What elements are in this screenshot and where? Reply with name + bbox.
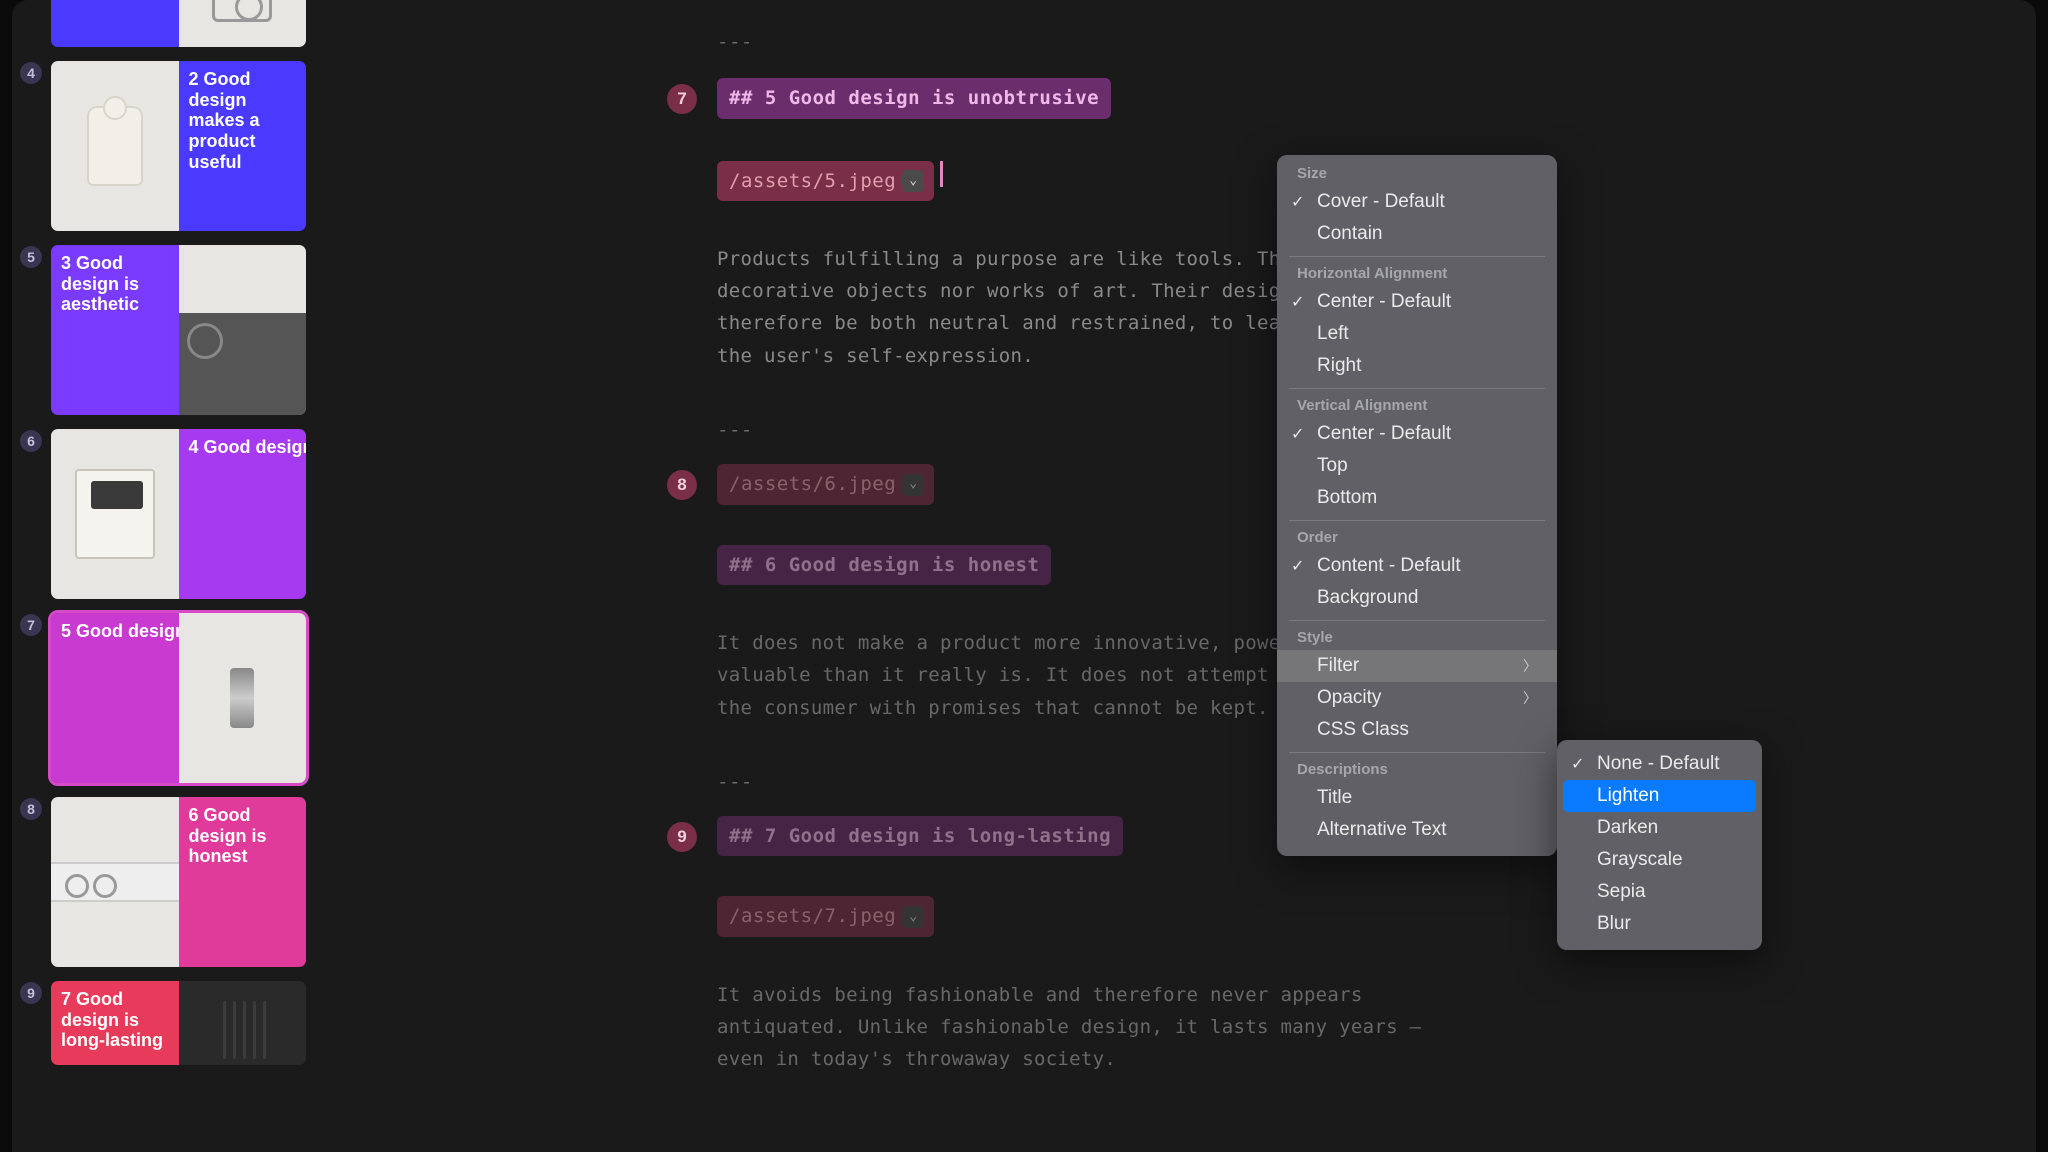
heading-token[interactable]: ## 5 Good design is unobtrusive: [717, 78, 1111, 118]
menu-separator: [1289, 520, 1545, 521]
product-image: [51, 862, 179, 902]
check-icon: ✓: [1291, 292, 1304, 312]
thumb-card[interactable]: 3 Good design is aesthetic: [48, 242, 309, 418]
check-icon: ✓: [1291, 556, 1304, 576]
menu-section-descriptions: Descriptions: [1277, 759, 1557, 782]
thumb-card[interactable]: 2 Good design makes a product useful: [48, 58, 309, 234]
thumb-title: 2 Good design makes a product useful: [179, 61, 307, 180]
thumb-number: 6: [20, 430, 42, 452]
menu-item-cover[interactable]: ✓Cover - Default: [1277, 186, 1557, 218]
submenu-item-darken[interactable]: Darken: [1557, 812, 1762, 844]
separator: ---: [717, 766, 753, 798]
menu-item-alt-text[interactable]: Alternative Text: [1277, 814, 1557, 846]
thumb-title: 3 Good design is aesthetic: [51, 245, 179, 323]
menu-section-style: Style: [1277, 627, 1557, 650]
product-image: [230, 668, 254, 728]
thumb-row-9[interactable]: 9 7 Good design is long-lasting: [20, 978, 309, 1068]
filter-submenu[interactable]: ✓None - Default Lighten Darken Grayscale…: [1557, 740, 1762, 950]
separator: ---: [717, 26, 753, 58]
image-options-menu[interactable]: Size ✓Cover - Default Contain Horizontal…: [1277, 155, 1557, 856]
menu-item-bottom[interactable]: Bottom: [1277, 482, 1557, 514]
product-image: [179, 981, 307, 1065]
thumb-card[interactable]: 4 Good design makes a product understand…: [48, 426, 309, 602]
chevron-down-icon[interactable]: ⌄: [902, 474, 924, 496]
slide-number: 8: [667, 470, 697, 500]
menu-separator: [1289, 620, 1545, 621]
thumb-card[interactable]: 7 Good design is long-lasting: [48, 978, 309, 1068]
thumb-row-8[interactable]: 8 6 Good design is honest: [20, 794, 309, 970]
thumb-row-6[interactable]: 6 4 Good design makes a product understa…: [20, 426, 309, 602]
thumb-number: 5: [20, 246, 42, 268]
product-image: [87, 106, 143, 186]
menu-separator: [1289, 388, 1545, 389]
asset-path-text: /assets/6.jpeg: [729, 468, 896, 500]
chevron-right-icon: 〉: [1523, 688, 1537, 708]
menu-item-top[interactable]: Top: [1277, 450, 1557, 482]
slide-thumbnails-sidebar: 3 4 2 Good design makes a product useful…: [12, 0, 317, 1152]
menu-separator: [1289, 256, 1545, 257]
menu-item-right[interactable]: Right: [1277, 350, 1557, 382]
menu-section-size: Size: [1277, 163, 1557, 186]
submenu-item-sepia[interactable]: Sepia: [1557, 876, 1762, 908]
thumb-row-4[interactable]: 4 2 Good design makes a product useful: [20, 58, 309, 234]
check-icon: ✓: [1291, 192, 1304, 212]
asset-path-text: /assets/5.jpeg: [729, 165, 896, 197]
chevron-right-icon: 〉: [1523, 656, 1537, 676]
thumb-number: 8: [20, 798, 42, 820]
product-image: [75, 469, 155, 559]
menu-item-center-h[interactable]: ✓Center - Default: [1277, 286, 1557, 318]
thumb-card-selected[interactable]: 5 Good design is unobtrusive: [48, 610, 309, 786]
submenu-item-blur[interactable]: Blur: [1557, 908, 1762, 940]
text-cursor: [940, 161, 943, 187]
menu-item-contain[interactable]: Contain: [1277, 218, 1557, 250]
thumb-row-7[interactable]: 7 5 Good design is unobtrusive: [20, 610, 309, 786]
thumb-number: 7: [20, 614, 42, 636]
menu-item-title[interactable]: Title: [1277, 782, 1557, 814]
thumb-row-5[interactable]: 5 3 Good design is aesthetic: [20, 242, 309, 418]
submenu-item-none[interactable]: ✓None - Default: [1557, 748, 1762, 780]
menu-item-background[interactable]: Background: [1277, 582, 1557, 614]
submenu-item-grayscale[interactable]: Grayscale: [1557, 844, 1762, 876]
product-image: [179, 313, 307, 415]
thumb-number: 4: [20, 62, 42, 84]
heading-token[interactable]: ## 7 Good design is long-lasting: [717, 816, 1123, 856]
asset-path-token[interactable]: /assets/5.jpeg ⌄: [717, 161, 934, 201]
thumb-title: 5 Good design is unobtrusive: [51, 613, 179, 650]
asset-path-text: /assets/7.jpeg: [729, 900, 896, 932]
thumb-title: 7 Good design is long-lasting: [51, 981, 179, 1059]
camera-icon: [212, 0, 272, 22]
thumb-title: 6 Good design is honest: [179, 797, 307, 875]
thumb-number: 9: [20, 982, 42, 1004]
heading-token[interactable]: ## 6 Good design is honest: [717, 545, 1051, 585]
menu-separator: [1289, 752, 1545, 753]
menu-item-left[interactable]: Left: [1277, 318, 1557, 350]
menu-section-order: Order: [1277, 527, 1557, 550]
check-icon: ✓: [1291, 424, 1304, 444]
editor-pane[interactable]: --- 7 ## 5 Good design is unobtrusive /a…: [317, 0, 2036, 1152]
menu-item-opacity[interactable]: Opacity〉: [1277, 682, 1557, 714]
check-icon: ✓: [1571, 754, 1584, 774]
menu-section-halign: Horizontal Alignment: [1277, 263, 1557, 286]
menu-item-center-v[interactable]: ✓Center - Default: [1277, 418, 1557, 450]
asset-path-token[interactable]: /assets/7.jpeg ⌄: [717, 896, 934, 936]
thumb-card[interactable]: [48, 0, 309, 50]
menu-item-content[interactable]: ✓Content - Default: [1277, 550, 1557, 582]
chevron-down-icon[interactable]: ⌄: [902, 170, 924, 192]
slide-number: 9: [667, 822, 697, 852]
thumb-title: 4 Good design makes a product understand…: [179, 429, 307, 466]
menu-section-valign: Vertical Alignment: [1277, 395, 1557, 418]
submenu-item-lighten[interactable]: Lighten: [1563, 780, 1756, 812]
menu-item-filter[interactable]: Filter〉: [1277, 650, 1557, 682]
thumb-row-3[interactable]: 3: [20, 0, 309, 50]
body-text[interactable]: It avoids being fashionable and therefor…: [717, 979, 1421, 1076]
slide-number: 7: [667, 84, 697, 114]
asset-path-token[interactable]: /assets/6.jpeg ⌄: [717, 464, 934, 504]
chevron-down-icon[interactable]: ⌄: [902, 906, 924, 928]
separator: ---: [717, 414, 753, 446]
app-window: 3 4 2 Good design makes a product useful…: [12, 0, 2036, 1152]
menu-item-css-class[interactable]: CSS Class: [1277, 714, 1557, 746]
thumb-card[interactable]: 6 Good design is honest: [48, 794, 309, 970]
